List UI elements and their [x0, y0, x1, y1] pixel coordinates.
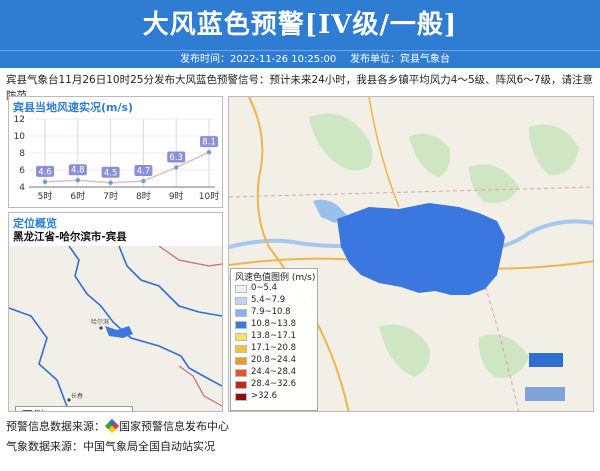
wind-chart: 4 6 8 10 12 4.6 4.8 4.5 4.7 6.3 8.1 5时 6时 7时 8时 9时 10时 [14, 115, 220, 202]
wind-scale-row-2: 7.9~10.8 [235, 307, 317, 318]
wind-scale-legend: 风速色值图例 (m/s) 0~5.4 5.4~7.9 7.9~10.8 10.8… [230, 268, 318, 411]
warning-center-logo-icon [104, 418, 120, 434]
data-label: 6.3 [169, 153, 183, 163]
x-tick-label: 6时 [70, 190, 85, 202]
data-point [206, 149, 212, 155]
publisher: 发布单位：宾县气象台 [350, 54, 450, 65]
warning-source-name[interactable]: 国家预警信息发布中心 [119, 420, 229, 433]
overview-map-graphic: 哈尔滨 长春 [9, 245, 222, 411]
location-panel: 定位概览 黑龙江省-哈尔滨市-宾县 哈尔滨 长春 图例 [8, 212, 223, 412]
wind-scale-swatch-7 [235, 369, 247, 377]
data-label: 4.6 [38, 167, 52, 177]
wind-scale-label-9: >32.6 [251, 391, 278, 401]
wind-scale-swatch-9 [235, 393, 247, 401]
wind-scale-row-9: >32.6 [235, 391, 317, 402]
data-point [75, 178, 81, 183]
wind-scale-swatch-4 [235, 333, 247, 341]
y-tick-label: 12 [14, 115, 25, 125]
wind-scale-label-5: 17.1~20.8 [251, 343, 296, 353]
overview-map-label-1: 哈尔滨 [91, 318, 109, 326]
x-tick-label: 7时 [103, 190, 118, 202]
wind-scale-swatch-0 [235, 285, 247, 293]
x-tick-label: 5时 [38, 190, 53, 202]
warning-source: 预警信息数据来源： 国家预警信息发布中心 [6, 418, 229, 434]
y-tick-label: 6 [19, 166, 25, 176]
wind-scale-label-0: 0~5.4 [251, 283, 278, 293]
wind-scale-row-1: 5.4~7.9 [235, 295, 317, 306]
data-point [42, 179, 48, 185]
wind-scale-label-8: 28.4~32.6 [251, 379, 296, 389]
wind-chart-panel: 宾县当地风速实况(m/s) 4 6 8 10 12 4.6 4.8 4.5 4.7 6.3 8.1 5… [8, 96, 223, 208]
wind-scale-row-6: 20.8~24.4 [235, 355, 317, 366]
wind-scale-label-4: 13.8~17.1 [251, 331, 296, 341]
wind-scale-swatch-8 [235, 381, 247, 389]
x-tick-label: 8时 [136, 190, 151, 202]
wind-scale-row-4: 13.8~17.1 [235, 331, 317, 342]
wind-scale-swatch-6 [235, 357, 247, 365]
warning-page: 大风蓝色预警[IV级/一般] 发布时间：2022-11-26 10:25:00 … [0, 0, 600, 471]
overview-map[interactable]: 哈尔滨 长春 图例 国界 省界 [9, 245, 222, 411]
data-label: 8.1 [202, 138, 216, 148]
y-tick-label: 10 [14, 132, 26, 142]
page-title: 大风蓝色预警[IV级/一般] [0, 0, 600, 50]
weather-source: 气象数据来源：中国气象局全国自动站实况 [6, 440, 215, 453]
publish-info-bar: 发布时间：2022-11-26 10:25:00 发布单位：宾县气象台 [0, 50, 600, 68]
map-legend: 图例 国界 省界 [15, 406, 133, 411]
wind-scale-row-0: 0~5.4 [235, 283, 317, 294]
wind-scale-label-3: 10.8~13.8 [251, 319, 296, 329]
x-tick-label: 9时 [169, 190, 184, 202]
x-tick-label: 10时 [199, 190, 219, 202]
data-point [108, 180, 113, 185]
wind-scale-label-7: 24.4~28.4 [251, 367, 296, 377]
wind-scale-swatch-5 [235, 345, 247, 353]
data-label: 4.7 [137, 167, 151, 177]
location-region: 黑龙江省-哈尔滨市-宾县 [13, 231, 127, 243]
wind-scale-swatch-3 [235, 321, 247, 329]
wind-scale-label-6: 20.8~24.4 [251, 355, 296, 365]
wind-scale-row-8: 28.4~32.6 [235, 379, 317, 390]
wind-scale-row-5: 17.1~20.8 [235, 343, 317, 354]
y-tick-label: 4 [19, 183, 25, 193]
overview-map-label-2: 长春 [71, 392, 83, 400]
y-tick-label: 8 [19, 149, 25, 159]
wind-scale-swatch-1 [235, 297, 247, 305]
warning-source-prefix: 预警信息数据来源： [6, 420, 105, 433]
map-legend-title: 图例 [22, 407, 44, 411]
data-point [141, 178, 146, 184]
wind-scale-label-2: 7.9~10.8 [251, 307, 291, 317]
data-label: 4.8 [71, 166, 85, 176]
data-label: 4.5 [104, 168, 118, 178]
wind-scale-label-1: 5.4~7.9 [251, 295, 286, 305]
wind-scale-swatch-2 [235, 309, 247, 317]
publish-time: 发布时间：2022-11-26 10:25:00 [180, 54, 337, 65]
wind-scale-row-7: 24.4~28.4 [235, 367, 317, 378]
wind-scale-title: 风速色值图例 (m/s) [235, 273, 316, 283]
wind-scale-row-3: 10.8~13.8 [235, 319, 317, 330]
data-point [174, 165, 179, 170]
